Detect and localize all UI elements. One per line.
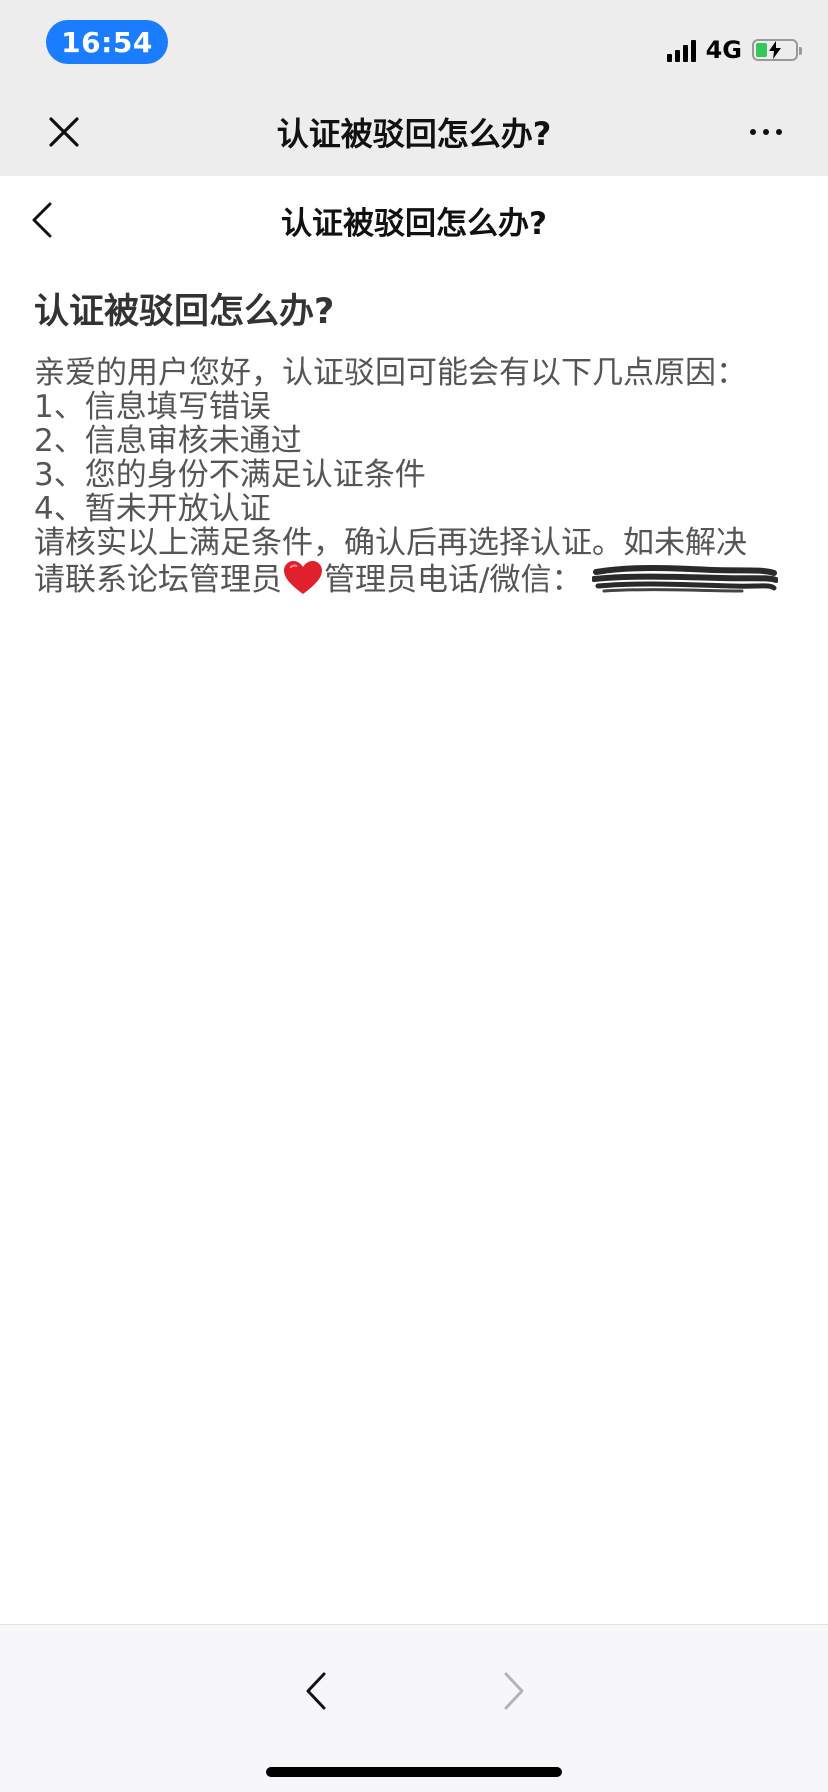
more-options-button[interactable] <box>738 108 794 156</box>
more-dots-icon <box>763 129 769 135</box>
chevron-left-icon <box>32 202 52 238</box>
article-body: 亲爱的用户您好，认证驳回可能会有以下几点原因： 1、信息填写错误 2、信息审核未… <box>34 356 794 597</box>
home-indicator <box>266 1767 562 1777</box>
page-title: 认证被驳回怎么办? <box>281 205 547 242</box>
top-area: 16:54 4G 认证被驳回怎么办? <box>0 0 828 176</box>
signal-icon <box>666 38 696 62</box>
article-heading: 认证被驳回怎么办? <box>34 292 335 332</box>
contact-prefix: 请联系论坛管理员 <box>34 562 282 598</box>
article-line: 亲爱的用户您好，认证驳回可能会有以下几点原因： <box>34 355 747 391</box>
contact-suffix: 管理员电话/微信： <box>324 562 583 598</box>
page-back-button[interactable] <box>22 196 62 244</box>
battery-icon <box>752 39 802 61</box>
charging-bolt-icon <box>769 41 781 59</box>
nav-back-button[interactable] <box>294 1661 338 1721</box>
article-line: 2、信息审核未通过 <box>34 423 302 459</box>
article-line: 请核实以上满足条件，确认后再选择认证。如未解决 <box>34 525 747 561</box>
article-line: 1、信息填写错误 <box>34 389 271 425</box>
status-icons: 4G <box>666 30 802 70</box>
article-line: 3、您的身份不满足认证条件 <box>34 457 426 493</box>
contact-line: 请联系论坛管理员 管理员电话/微信： <box>34 560 794 597</box>
close-icon <box>49 117 79 147</box>
webview-title: 认证被驳回怎么办? <box>276 115 552 153</box>
nav-forward-button[interactable] <box>492 1661 536 1721</box>
chevron-right-icon <box>504 1672 524 1710</box>
page-header: 认证被驳回怎么办? <box>0 176 828 264</box>
redacted-scribble <box>592 565 779 593</box>
status-bar: 16:54 4G <box>0 0 828 88</box>
article: 认证被驳回怎么办? 亲爱的用户您好，认证驳回可能会有以下几点原因： 1、信息填写… <box>34 288 794 597</box>
chevron-left-icon <box>306 1672 326 1710</box>
close-button[interactable] <box>40 108 88 156</box>
more-dots-icon <box>776 129 782 135</box>
more-dots-icon <box>750 129 756 135</box>
heart-icon <box>284 561 322 594</box>
battery-level <box>756 43 767 57</box>
bottom-toolbar <box>0 1624 828 1792</box>
network-label: 4G <box>705 36 742 64</box>
webview-nav-bar: 认证被驳回怎么办? <box>0 88 828 176</box>
article-line: 4、暂未开放认证 <box>34 491 271 527</box>
status-time: 16:54 <box>46 20 168 64</box>
